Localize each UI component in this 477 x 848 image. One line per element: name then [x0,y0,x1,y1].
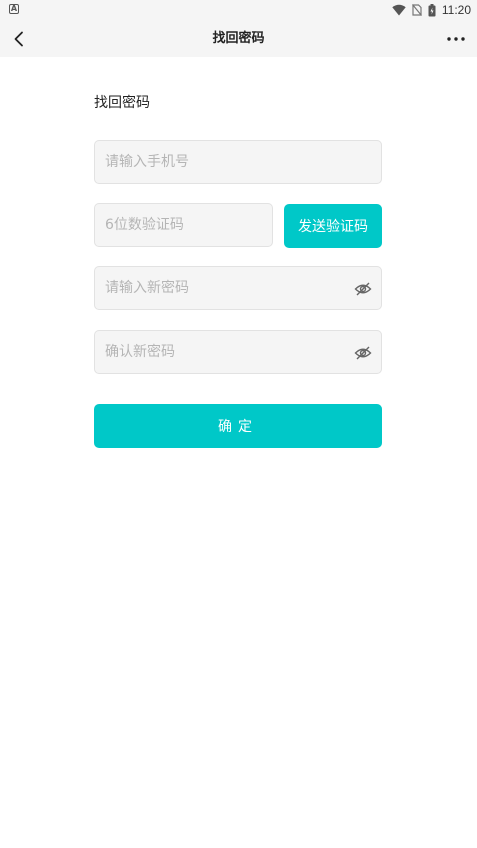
nav-bar: 找回密码 [0,20,477,57]
battery-icon [428,3,436,17]
eye-off-icon[interactable] [354,344,372,362]
status-time: 11:20 [441,3,471,17]
new-password-input[interactable] [105,267,345,309]
notification-app-icon: A [9,4,19,14]
confirm-button[interactable]: 确定 [94,404,382,448]
new-password-field [94,266,382,310]
phone-input[interactable] [105,141,345,183]
more-horizontal-icon [447,37,465,41]
wifi-icon [392,4,406,16]
phone-field [94,140,382,184]
verification-code-input[interactable] [105,204,265,246]
page-title: 找回密码 [212,31,265,46]
status-icons: 11:20 [392,2,471,18]
status-bar: A 11:20 [0,0,477,20]
confirm-password-input[interactable] [105,331,345,373]
verification-code-field [94,203,273,247]
send-code-button[interactable]: 发送验证码 [284,204,382,248]
form-heading: 找回密码 [94,95,150,111]
eye-off-icon[interactable] [354,280,372,298]
more-button[interactable] [443,28,469,50]
confirm-password-field [94,330,382,374]
no-sim-icon [411,4,422,16]
